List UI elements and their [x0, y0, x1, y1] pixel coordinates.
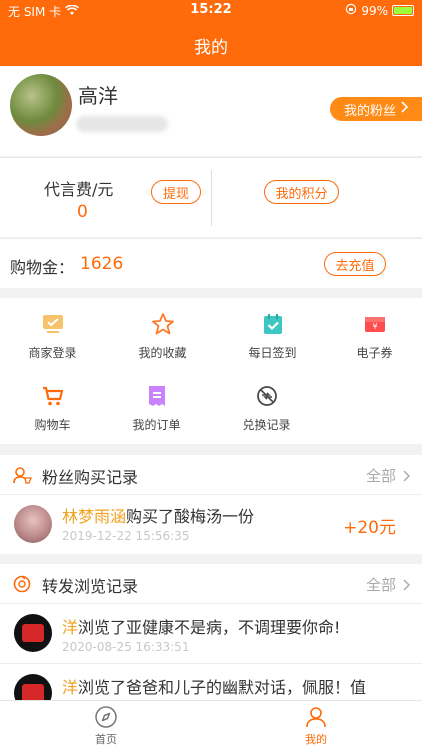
view-all-label: 全部 [365, 467, 396, 485]
menu-label: 电子券 [356, 346, 393, 360]
purchase-text: 林梦雨涵购买了酸梅汤一份 [62, 503, 254, 527]
menu-merchant-login[interactable]: 商家登录 [0, 312, 105, 361]
shopping-gold-label: 购物金： [10, 258, 75, 277]
chevron-right-icon [403, 469, 410, 482]
withdraw-button[interactable]: 提现 [151, 180, 201, 204]
tab-mine-label: 我的 [305, 733, 327, 746]
browse-action: 浏览了爸爸和儿子的幽默对话，佩服！值 [78, 678, 367, 697]
forward-browse-header: 转发浏览记录 全部 [0, 564, 422, 604]
user-name: 高洋 [78, 84, 118, 108]
endorsement-fee-value: 0 [77, 202, 88, 222]
battery-icon [392, 5, 414, 16]
compass-icon [94, 705, 118, 729]
browse-text: 洋浏览了亚健康不是病，不调理要你命! [62, 614, 340, 638]
recharge-button[interactable]: 去充值 [324, 252, 386, 276]
section-title: 转发浏览记录 [42, 577, 139, 596]
menu-label: 商家登录 [28, 346, 77, 360]
avatar [14, 614, 52, 652]
list-item[interactable]: 林梦雨涵购买了酸梅汤一份 2019-12-22 15:56:35 +20元 [0, 495, 422, 553]
menu-orders[interactable]: 我的订单 [104, 384, 209, 433]
tab-mine[interactable]: 我的 [276, 705, 356, 747]
menu-label: 每日签到 [248, 346, 297, 360]
cart-icon [41, 384, 65, 408]
tab-bar: 首页 我的 [0, 700, 422, 750]
menu-label: 购物车 [34, 418, 71, 432]
svg-text:¥: ¥ [372, 322, 377, 331]
endorsement-fee-label: 代言费/元 [44, 180, 114, 199]
avatar [14, 505, 52, 543]
menu-exchange-records[interactable]: 兑换记录 [214, 384, 319, 433]
forward-browse-section: 转发浏览记录 全部 洋浏览了亚健康不是病，不调理要你命! 2020-08-25 … [0, 564, 422, 700]
nav-bar: 我的 [0, 22, 422, 66]
chevron-right-icon [400, 101, 409, 117]
finance-panel: 代言费/元 0 提现 我的积分 [0, 157, 422, 237]
user-icon [304, 705, 328, 729]
menu-label: 我的收藏 [138, 346, 187, 360]
my-fans-button[interactable]: 我的粉丝 [330, 97, 422, 121]
battery-percent: 99% [361, 3, 388, 18]
my-fans-label: 我的粉丝 [343, 103, 396, 119]
fans-purchase-section: 粉丝购买记录 全部 林梦雨涵购买了酸梅汤一份 2019-12-22 15:56:… [0, 455, 422, 554]
browse-time: 2020-08-25 16:33:51 [62, 640, 190, 654]
browse-action: 浏览了亚健康不是病，不调理要你命! [78, 618, 341, 637]
status-bar: 无 SIM 卡 15:22 99% [0, 0, 422, 22]
view-all-fans-purchase[interactable]: 全部 [366, 465, 410, 486]
list-item[interactable]: 洋浏览了爸爸和儿子的幽默对话，佩服！值 [0, 664, 422, 700]
order-icon [145, 384, 169, 408]
page-title: 我的 [194, 38, 228, 58]
browse-text: 洋浏览了爸爸和儿子的幽默对话，佩服！值 [62, 674, 366, 698]
viewer-name: 洋 [62, 618, 79, 637]
fan-name: 林梦雨涵 [62, 507, 127, 526]
exchange-record-icon [255, 384, 279, 408]
menu-label: 我的订单 [132, 418, 181, 432]
tab-home-label: 首页 [95, 733, 117, 746]
profile-card: 高洋 我的粉丝 [0, 66, 422, 156]
menu-favorites[interactable]: 我的收藏 [110, 312, 215, 361]
menu-cart[interactable]: 购物车 [0, 384, 105, 433]
purchase-time: 2019-12-22 15:56:35 [62, 529, 190, 543]
shopping-gold-row: 购物金： 1626 去充值 [0, 238, 422, 288]
viewer-name: 洋 [62, 678, 79, 697]
my-points-button[interactable]: 我的积分 [264, 180, 339, 204]
tab-home[interactable]: 首页 [66, 705, 146, 747]
purchase-action: 购买了酸梅汤一份 [126, 507, 255, 526]
menu-daily-checkin[interactable]: 每日签到 [220, 312, 325, 361]
orientation-lock-icon [345, 3, 357, 18]
menu-label: 兑换记录 [242, 418, 291, 432]
merchant-login-icon [41, 312, 65, 336]
shopping-gold-value: 1626 [80, 254, 124, 274]
daily-checkin-icon [261, 312, 285, 336]
list-item[interactable]: 洋浏览了亚健康不是病，不调理要你命! 2020-08-25 16:33:51 [0, 604, 422, 664]
avatar [14, 674, 52, 700]
chevron-right-icon [403, 578, 410, 591]
blurred-user-id [76, 116, 168, 132]
view-all-label: 全部 [365, 576, 396, 594]
section-title: 粉丝购买记录 [42, 468, 139, 487]
menu-coupon[interactable]: ¥ 电子券 [322, 312, 422, 361]
purchase-amount: +20元 [343, 518, 396, 538]
fans-user-icon [12, 465, 32, 485]
forward-icon [12, 574, 32, 594]
status-right: 99% [345, 3, 414, 18]
divider [211, 170, 212, 226]
favorite-star-icon [151, 312, 175, 336]
view-all-forward-browse[interactable]: 全部 [366, 574, 410, 595]
avatar[interactable] [10, 74, 72, 136]
fans-purchase-header: 粉丝购买记录 全部 [0, 455, 422, 495]
coupon-icon: ¥ [363, 312, 387, 336]
function-grid: 商家登录 我的收藏 每日签到 ¥ 电子券 购物车 我的订单 兑换记录 [0, 298, 422, 444]
